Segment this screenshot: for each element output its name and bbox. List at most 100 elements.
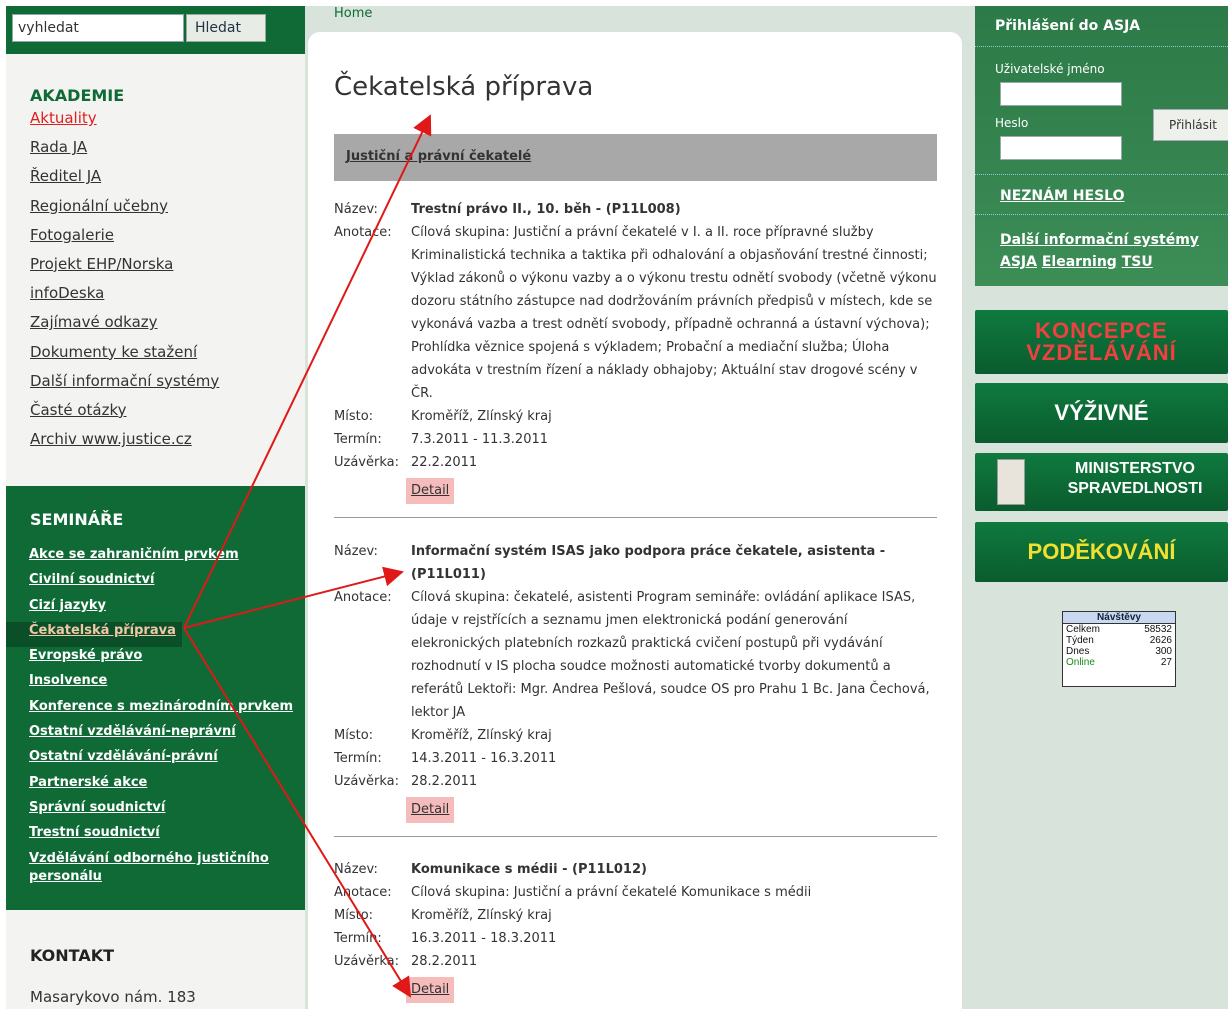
counter-value: 2626 — [1149, 635, 1172, 646]
menu-link[interactable]: Archiv www.justice.cz — [30, 430, 192, 448]
banner-line: SPRAVEDLNOSTI — [1067, 480, 1203, 497]
systems-links: ASJA Elearning TSU — [1000, 254, 1153, 270]
seminar-link[interactable]: Civilní soudnictví — [29, 572, 154, 587]
menu-link[interactable]: Ředitel JA — [30, 167, 101, 185]
menu-link[interactable]: Dokumenty ke stažení — [30, 343, 197, 361]
banner-vyzivne[interactable]: VÝŽIVNÉ — [975, 383, 1228, 443]
login-button[interactable]: Přihlásit — [1153, 109, 1228, 141]
label: Místo: — [334, 908, 374, 923]
menu-item-aktuality: Aktuality — [30, 109, 219, 138]
seminar-item: Vzdělávání odborného justičního personál… — [6, 850, 276, 894]
seminar-item: Civilní soudnictví — [6, 571, 305, 596]
label: Uzávěrka: — [334, 954, 399, 969]
menu-item-reditel: Ředitel JA — [30, 167, 219, 196]
course-row-nazev: Název: Komunikace s médii - (P11L012) — [334, 858, 937, 881]
course-place: Kroměříž, Zlínský kraj — [411, 409, 552, 424]
course-annotation: Cílová skupina: Justiční a právní čekate… — [411, 885, 812, 900]
label: Název: — [334, 202, 378, 217]
menu-link[interactable]: Zajímavé odkazy — [30, 313, 158, 331]
label: Uzávěrka: — [334, 455, 399, 470]
username-field[interactable] — [1000, 82, 1122, 106]
course-row-anotace: Anotace: Cílová skupina: Justiční a právn… — [334, 881, 937, 904]
seminar-item: Správní soudnictví — [6, 799, 305, 824]
seminar-link[interactable]: Konference s mezinárodním prvkem — [29, 699, 293, 714]
seminar-link[interactable]: Cizí jazyky — [29, 598, 106, 613]
password-field[interactable] — [1000, 136, 1122, 160]
menu-link[interactable]: Regionální učebny — [30, 197, 168, 215]
divider — [334, 836, 937, 837]
detail-highlight: Detail — [406, 797, 455, 823]
menu-item-projekt: Projekt EHP/Norska — [30, 255, 219, 284]
banner-ministerstvo[interactable]: MINISTERSTVO SPRAVEDLNOSTI — [975, 453, 1228, 511]
course-deadline: 28.2.2011 — [411, 774, 478, 789]
counter-value: 27 — [1160, 657, 1172, 668]
course-row-nazev: Název: Trestní právo II., 10. běh - (P11L… — [334, 198, 937, 221]
counter-label: Dnes — [1066, 646, 1090, 657]
course-row-uzaverka: Uzávěrka: 22.2.2011 — [334, 451, 937, 474]
menu-link[interactable]: Projekt EHP/Norska — [30, 255, 173, 273]
course-place: Kroměříž, Zlínský kraj — [411, 908, 552, 923]
counter-row: Online 27 — [1063, 657, 1175, 668]
category-link[interactable]: Justiční a právní čekatelé — [346, 149, 531, 164]
forgot-password-link[interactable]: NEZNÁM HESLO — [1000, 188, 1124, 204]
detail-link[interactable]: Detail — [411, 483, 449, 498]
username-label: Uživatelské jméno — [995, 62, 1105, 76]
breadcrumb-home[interactable]: Home — [334, 6, 372, 21]
menu-link[interactable]: Další informační systémy — [30, 372, 219, 390]
banner-text: VZDĚLÁVÁNÍ — [1026, 340, 1177, 365]
search-button[interactable]: Hledat — [186, 14, 266, 42]
menu-link[interactable]: infoDeska — [30, 284, 104, 302]
seminar-link[interactable]: Trestní soudnictví — [29, 825, 160, 840]
seminar-link[interactable]: Ostatní vzdělávání-neprávní — [29, 724, 236, 739]
menu-link[interactable]: Aktuality — [30, 109, 97, 127]
banner-line: MINISTERSTVO — [1074, 460, 1195, 477]
course-row-uzaverka: Uzávěrka: 28.2.2011 — [334, 770, 937, 793]
counter-value: 300 — [1155, 646, 1172, 657]
tsu-link[interactable]: TSU — [1122, 254, 1153, 270]
other-systems-link[interactable]: Další informační systémy — [1000, 232, 1199, 248]
seminar-link[interactable]: Partnerské akce — [29, 775, 147, 790]
banner-podekovani[interactable]: PODĚKOVÁNÍ — [975, 522, 1228, 582]
search-input[interactable] — [12, 14, 184, 42]
detail-link[interactable]: Detail — [411, 802, 449, 817]
seminare-menu: Akce se zahraničním prvkem Civilní soudn… — [6, 546, 305, 894]
course-row-termin: Termín: 14.3.2011 - 16.3.2011 — [334, 747, 937, 770]
counter-label: Celkem — [1066, 624, 1100, 635]
seminar-link[interactable]: Evropské právo — [29, 648, 142, 663]
seminar-link[interactable]: Ostatní vzdělávání-právní — [29, 749, 218, 764]
seminar-link[interactable]: Insolvence — [29, 673, 107, 688]
menu-link[interactable]: Fotogalerie — [30, 226, 114, 244]
seminar-link[interactable]: Čekatelská příprava — [29, 623, 176, 638]
course-annotation: Cílová skupina: čekatelé, asistenti Prog… — [411, 590, 930, 720]
course-deadline: 28.2.2011 — [411, 954, 478, 969]
detail-highlight: Detail — [406, 478, 455, 504]
menu-link[interactable]: Rada JA — [30, 138, 87, 156]
counter-row: Týden 2626 — [1063, 635, 1175, 646]
divider — [975, 46, 1228, 47]
akademie-title: AKADEMIE — [30, 86, 125, 105]
course-dates: 16.3.2011 - 18.3.2011 — [411, 931, 557, 946]
seminar-link[interactable]: Vzdělávání odborného justičního personál… — [29, 851, 269, 884]
label: Anotace: — [334, 225, 392, 240]
course-item: Název: Komunikace s médii - (P11L012) Ano… — [334, 858, 937, 1003]
main-content: Čekatelská příprava Justiční a právní če… — [308, 32, 962, 1009]
elearning-link[interactable]: Elearning — [1042, 254, 1117, 270]
seminar-item: Cizí jazyky — [6, 597, 305, 622]
seminar-link[interactable]: Akce se zahraničním prvkem — [29, 547, 239, 562]
menu-link[interactable]: Časté otázky — [30, 401, 127, 419]
seminar-item: Ostatní vzdělávání-neprávní — [6, 723, 305, 748]
divider — [975, 214, 1228, 215]
detail-link[interactable]: Detail — [411, 982, 449, 997]
asja-link[interactable]: ASJA — [1000, 254, 1037, 270]
seminar-item: Evropské právo — [6, 647, 305, 672]
seminar-item: Konference s mezinárodním prvkem — [6, 698, 305, 723]
menu-item-odkazy: Zajímavé odkazy — [30, 313, 219, 342]
menu-item-rada: Rada JA — [30, 138, 219, 167]
course-annotation: Cílová skupina: Justiční a právní čekate… — [411, 225, 937, 401]
search-bar: Hledat — [6, 6, 305, 54]
kontakt-section: KONTAKT Masarykovo nám. 183 — [6, 910, 305, 1009]
course-row-anotace: Anotace: Cílová skupina: Justiční a právn… — [334, 221, 937, 405]
banner-koncepce[interactable]: KONCEPCE VZDĚLÁVÁNÍ — [975, 310, 1228, 374]
seminar-link[interactable]: Správní soudnictví — [29, 800, 165, 815]
ministry-emblem-icon — [997, 459, 1025, 505]
